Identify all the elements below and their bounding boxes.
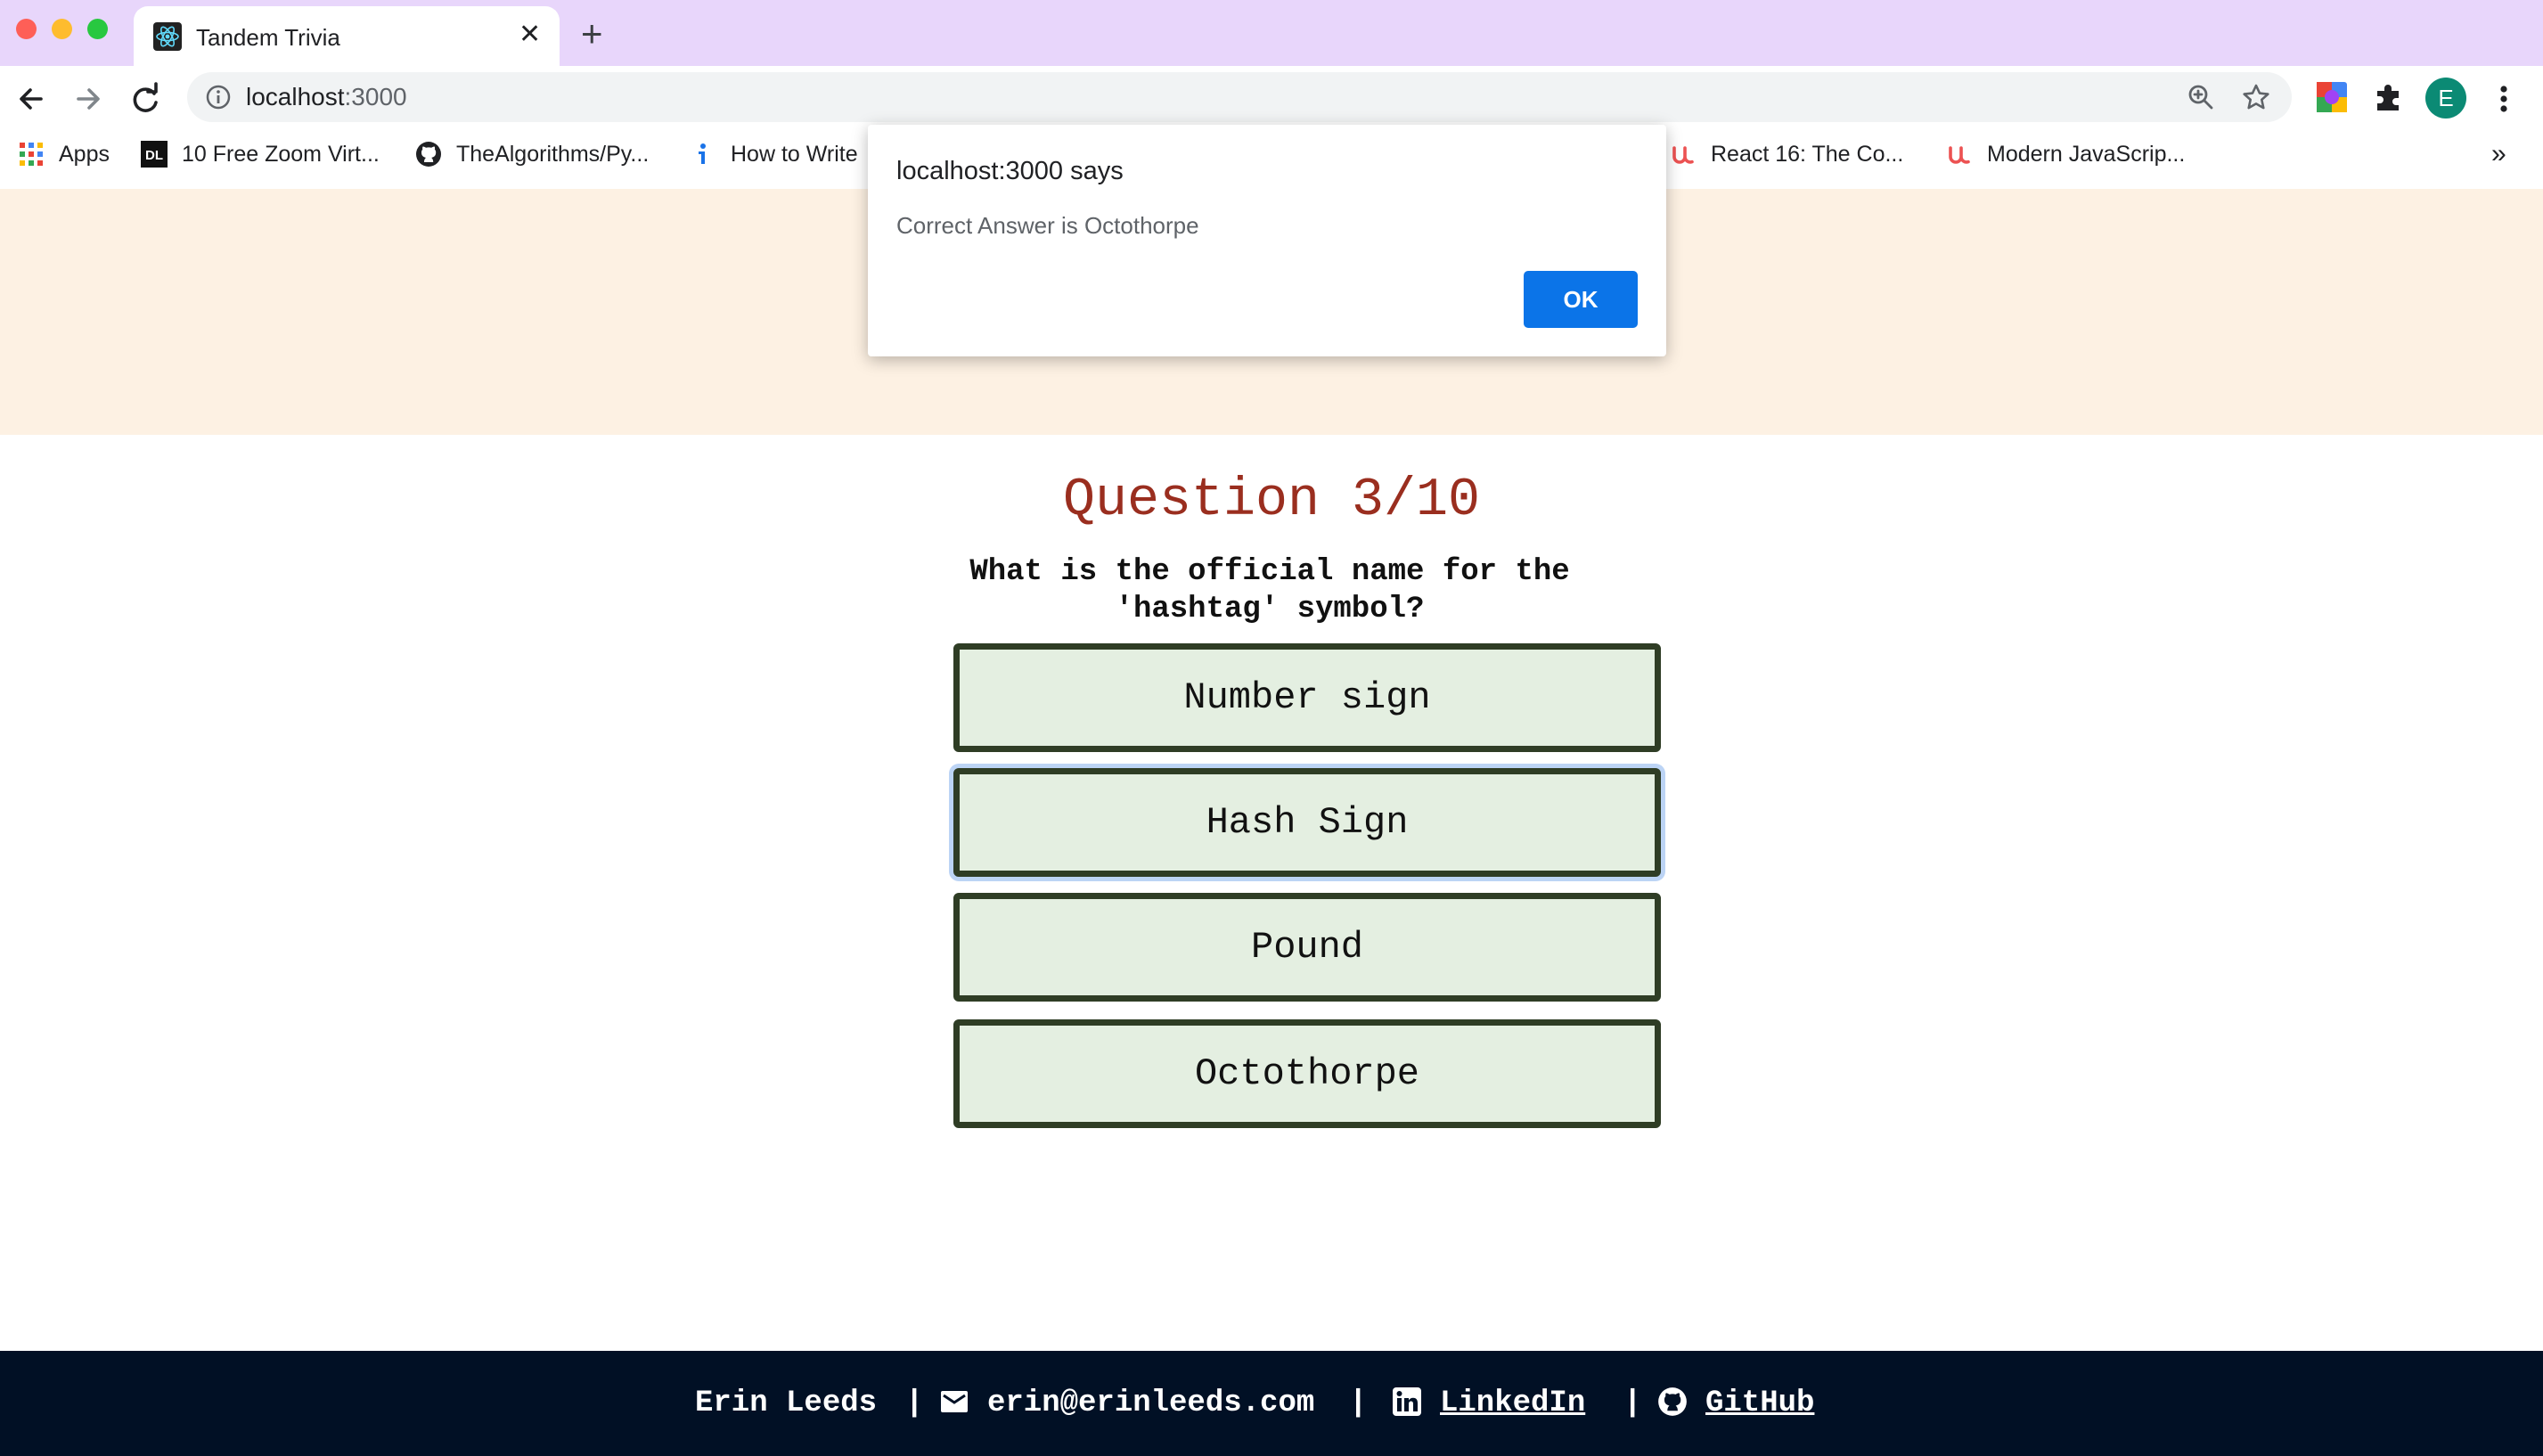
reload-icon[interactable] [125,78,166,119]
question-title: Question 3/10 [1062,470,1481,531]
alert-dialog: localhost:3000 says Correct Answer is Oc… [868,125,1666,356]
maximize-window-button[interactable] [87,19,108,39]
back-arrow-icon[interactable] [11,78,52,119]
site-info-icon[interactable] [205,84,232,110]
linkedin-icon [1393,1387,1421,1416]
answer-button-octothorpe[interactable]: Octothorpe [953,1019,1661,1128]
new-tab-icon[interactable]: + [581,12,603,55]
github-icon [1658,1387,1687,1416]
udemy-icon [1949,146,1970,164]
more-menu-icon[interactable] [2495,78,2513,119]
answer-button-pound[interactable]: Pound [953,893,1661,1002]
dialog-title: localhost:3000 says [896,157,1124,185]
answer-button-hash-sign[interactable]: Hash Sign [953,768,1661,877]
profile-avatar[interactable]: E [2425,78,2466,119]
bookmark-modern-javascript[interactable]: Modern JavaScrip... [1946,138,2185,170]
footer-separator: | [905,1386,924,1420]
close-tab-icon[interactable]: ✕ [519,17,541,53]
bookmark-label: How to Write [731,141,858,167]
extensions-puzzle-icon[interactable] [2372,80,2406,114]
svg-text:DL: DL [145,148,163,163]
forward-arrow-icon[interactable] [68,78,109,119]
footer-author-name: Erin Leeds [695,1386,878,1420]
url-text[interactable]: localhost:3000 [246,83,407,111]
bookmark-label: Apps [59,141,110,167]
bookmark-how-to-write[interactable]: How to Write [690,138,858,170]
bookmark-react-16[interactable]: React 16: The Co... [1670,138,1903,170]
github-icon [416,142,441,167]
bookmark-label: TheAlgorithms/Py... [456,141,650,167]
footer-email[interactable]: erin@erinleeds.com [987,1385,1314,1422]
tab-title: Tandem Trivia [196,24,340,51]
udemy-icon [1672,146,1694,164]
dialog-message: Correct Answer is Octothorpe [896,212,1199,239]
footer-separator: | [1623,1386,1642,1420]
footer: Erin Leeds | erin@erinleeds.com | Linked… [0,1351,2543,1456]
tab-bar: Tandem Trivia ✕ + [0,0,2543,66]
bookmark-apps[interactable]: Apps [18,138,110,170]
bookmark-label: React 16: The Co... [1711,141,1904,167]
address-bar[interactable]: localhost:3000 [187,72,2292,122]
envelope-icon [941,1391,968,1412]
apps-grid-icon [20,143,43,166]
bookmark-zoom-backgrounds[interactable]: DL 10 Free Zoom Virt... [141,138,380,170]
zoom-icon[interactable] [2187,83,2215,111]
github-link[interactable]: GitHub [1705,1385,1814,1422]
bookmark-star-icon[interactable] [2242,83,2270,111]
answer-button-number-sign[interactable]: Number sign [953,643,1661,752]
bookmarks-overflow-button[interactable]: » [2491,138,2506,170]
tab-tandem-trivia[interactable]: Tandem Trivia ✕ [134,6,560,66]
react-logo-icon [153,22,182,51]
bookmark-label: Modern JavaScrip... [1987,141,2186,167]
dl-logo-icon: DL [141,141,168,168]
minimize-window-button[interactable] [52,19,72,39]
footer-separator: | [1349,1386,1368,1420]
linkedin-link[interactable]: LinkedIn [1440,1385,1585,1422]
question-text: What is the official name for the 'hasht… [969,555,1570,626]
bookmark-label: 10 Free Zoom Virt... [182,141,380,167]
ok-button[interactable]: OK [1524,271,1638,328]
extension-colorful-icon[interactable] [2315,80,2349,114]
close-window-button[interactable] [16,19,37,39]
bookmark-thealgorithms[interactable]: TheAlgorithms/Py... [415,138,649,170]
info-i-icon [699,143,706,164]
